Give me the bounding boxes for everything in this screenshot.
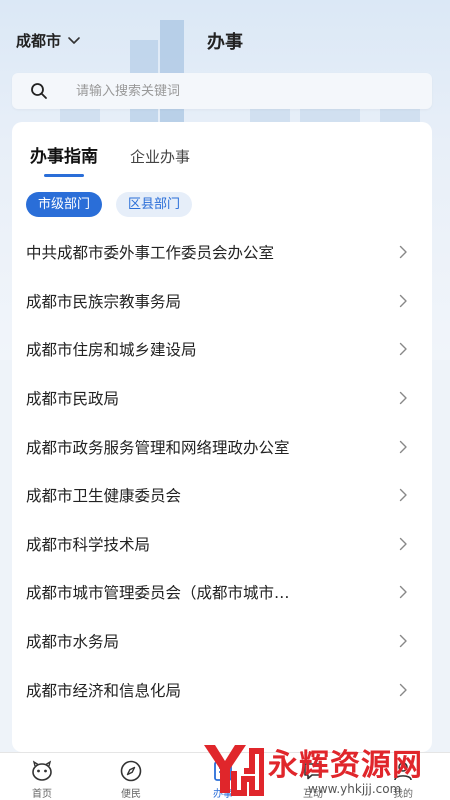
chevron-right-icon — [399, 586, 407, 599]
list-item[interactable]: 成都市水务局 — [12, 617, 432, 666]
list-item-label: 成都市水务局 — [26, 633, 120, 652]
list-item[interactable]: 中共成都市委外事工作委员会办公室 — [12, 228, 432, 277]
list-item[interactable]: 成都市科学技术局 — [12, 520, 432, 569]
chevron-right-icon — [399, 537, 407, 551]
list-item-label: 成都市住房和城乡建设局 — [26, 341, 197, 360]
nav-home[interactable]: 首页 — [7, 759, 77, 800]
search-bar[interactable] — [12, 73, 432, 109]
list-item-label: 成都市民族宗教事务局 — [26, 292, 182, 311]
chevron-right-icon — [399, 489, 407, 502]
list-item-label: 成都市卫生健康委员会 — [26, 487, 182, 506]
chevron-right-icon — [399, 294, 407, 308]
list-item[interactable]: 成都市民政局 — [12, 374, 432, 423]
watermark-logo — [204, 745, 264, 796]
chip-city-level[interactable]: 市级部门 — [26, 192, 103, 217]
list-item[interactable]: 成都市经济和信息化局 — [12, 665, 432, 714]
list-item[interactable]: 成都市卫生健康委员会 — [12, 471, 432, 520]
list-item[interactable]: 成都市民族宗教事务局 — [12, 277, 432, 326]
chevron-right-icon — [399, 440, 407, 453]
list-item[interactable]: 成都市住房和城乡建设局 — [12, 325, 432, 374]
content-card: 办事指南 企业办事 市级部门 区县部门 中共成都市委外事工作委员会办公室 成都市… — [12, 122, 432, 752]
tab-guide[interactable]: 办事指南 — [30, 142, 98, 177]
compass-icon — [120, 760, 142, 782]
watermark: 永辉资源网 www.yhkjjj.com — [200, 738, 450, 800]
list-item-label: 成都市科学技术局 — [26, 535, 151, 554]
list-item-label: 成都市民政局 — [26, 390, 120, 409]
tab-bar: 办事指南 企业办事 — [30, 142, 222, 177]
watermark-url: www.yhkjjj.com — [308, 782, 402, 796]
top-bar: 成都市 办事 — [0, 22, 450, 58]
nav-convenience[interactable]: 便民 — [96, 759, 166, 800]
list-item[interactable]: 成都市政务服务管理和网络理政办公室 — [12, 422, 432, 471]
nav-label: 便民 — [121, 789, 141, 800]
list-item-label: 中共成都市委外事工作委员会办公室 — [26, 244, 275, 263]
chevron-right-icon — [399, 391, 407, 405]
chevron-right-icon — [399, 246, 407, 259]
page-title: 办事 — [207, 32, 243, 53]
search-icon — [31, 83, 47, 99]
list-item-label: 成都市经济和信息化局 — [26, 681, 182, 700]
list-item-label: 成都市政务服务管理和网络理政办公室 — [26, 438, 290, 457]
watermark-text: 永辉资源网 — [268, 748, 423, 783]
list-item[interactable]: 成都市城市管理委员会（成都市城市… — [12, 568, 432, 617]
tab-enterprise[interactable]: 企业办事 — [130, 146, 190, 167]
chevron-right-icon — [399, 683, 407, 696]
list-item-label: 成都市城市管理委员会（成都市城市… — [26, 584, 290, 603]
department-list: 中共成都市委外事工作委员会办公室 成都市民族宗教事务局 成都市住房和城乡建设局 … — [12, 228, 432, 714]
chevron-right-icon — [399, 343, 407, 356]
search-input[interactable] — [76, 83, 376, 99]
nav-label: 首页 — [32, 789, 52, 800]
department-filter: 市级部门 区县部门 — [26, 192, 193, 217]
chip-district-level[interactable]: 区县部门 — [116, 192, 193, 217]
home-icon — [32, 760, 52, 781]
chevron-right-icon — [399, 634, 407, 648]
